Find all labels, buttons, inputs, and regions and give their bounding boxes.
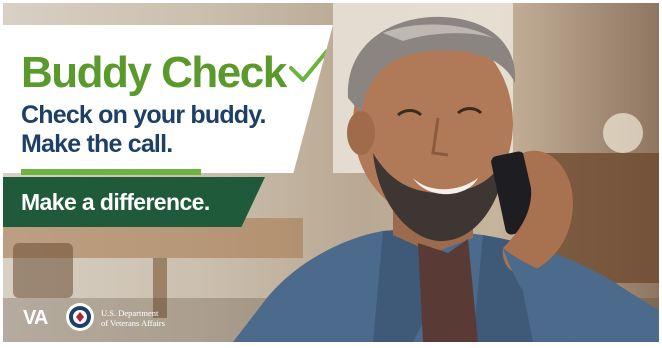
accent-bar	[21, 169, 201, 175]
va-logo: VA	[23, 307, 48, 329]
background-chair	[13, 243, 73, 298]
subtitle: Check on your buddy. Make the call.	[21, 101, 266, 159]
subtitle-line-2: Make the call.	[21, 130, 173, 158]
banner-title: Buddy Check	[21, 48, 287, 97]
subtitle-line-1: Check on your buddy.	[21, 101, 266, 129]
department-line-2: of Veterans Affairs	[101, 318, 165, 328]
cta-box: Make a difference.	[3, 177, 265, 227]
buddy-check-banner: Buddy Check Check on your buddy. Make th…	[3, 3, 659, 342]
department-line-1: U.S. Department	[101, 308, 159, 318]
va-seal-icon	[66, 303, 94, 331]
department-name: U.S. Department of Veterans Affairs	[101, 308, 165, 328]
title-row: Buddy Check	[21, 48, 330, 97]
cta-text: Make a difference.	[21, 189, 210, 215]
